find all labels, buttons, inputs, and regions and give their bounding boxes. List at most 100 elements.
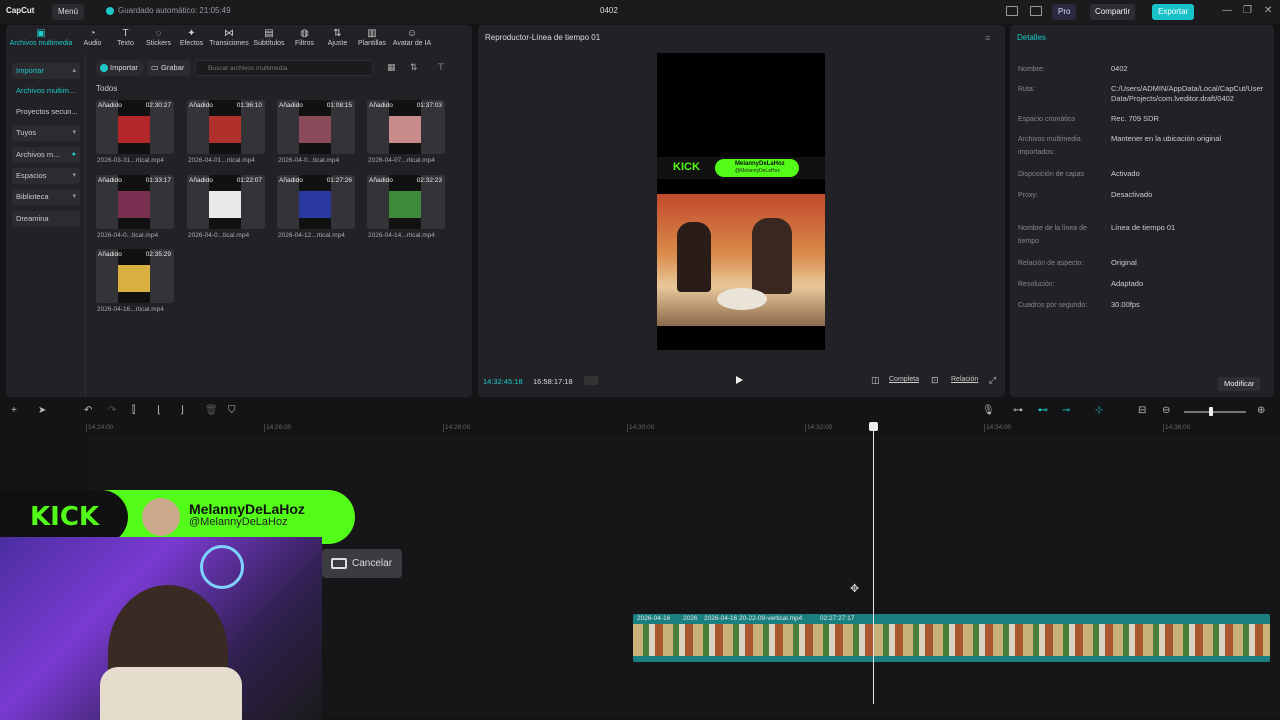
media-thumbnail[interactable]: Añadido 01:36:10: [187, 100, 265, 154]
tab-templates[interactable]: ▥ Plantillas: [354, 25, 390, 51]
details-title: Detalles: [1017, 33, 1046, 42]
media-thumbnail[interactable]: Añadido 01:22:07: [187, 175, 265, 229]
video-clip[interactable]: 2026-04-16 2026 2026-04-16 20-22-09-vert…: [633, 614, 1270, 662]
audio-icon: ◔: [89, 28, 96, 39]
menu-button[interactable]: Menú: [52, 4, 85, 20]
media-thumbnail[interactable]: Añadido 02:35:29: [96, 249, 174, 303]
tab-stickers[interactable]: ◌ Stickers: [142, 25, 175, 51]
mic-icon[interactable]: 🎙: [982, 405, 995, 416]
file-name: 2026-04-16...rtical.mp4: [97, 306, 164, 313]
layout-icon[interactable]: [1006, 6, 1018, 16]
import-button[interactable]: Importar: [96, 60, 144, 76]
kick-pill: MelannyDeLaHoz @MelannyDeLaHoz: [715, 159, 799, 177]
file-name: 2026-04-07...rtical.mp4: [368, 157, 435, 164]
added-badge: Añadido: [189, 102, 213, 109]
sidebar-item-import[interactable]: Importar ▴: [12, 63, 80, 79]
chevron-down-icon: ▾: [72, 129, 76, 136]
record-button[interactable]: ▭ Grabar: [147, 60, 191, 76]
sidebar-item-yours[interactable]: Tuyos ▾: [12, 125, 80, 141]
magnet-icon[interactable]: ⊷: [1038, 405, 1048, 416]
detail-value: 0402: [1111, 64, 1128, 73]
sort-icon[interactable]: ⇅: [410, 62, 418, 73]
media-thumbnail[interactable]: Añadido 02:32:23: [367, 175, 445, 229]
close-icon[interactable]: ✕: [1264, 5, 1272, 16]
streamer-handle: @MelannyDeLaHoz: [189, 516, 288, 528]
tab-audio[interactable]: ◔ Audio: [76, 25, 109, 51]
toolbar-tabs: ▣ Archivos multimedia ◔ Audio T Texto ◌ Stic…: [6, 25, 472, 51]
keyboard-icon[interactable]: [1030, 6, 1042, 16]
trim-left-icon[interactable]: ⌊: [157, 405, 161, 416]
timeline-toolbar: + ➤ ↶ ↷ ⫿ ⌊ ⌋ 🗑 ⛉ 🎙 ⊶ ⊷ ⊸ ⊹ ⊟ ⊖ ⊕: [0, 400, 1280, 422]
share-button[interactable]: Compartir: [1090, 4, 1136, 20]
pro-button[interactable]: Pro: [1052, 4, 1077, 20]
media-thumbnail[interactable]: Añadido 02:30:27: [96, 100, 174, 154]
undo-icon[interactable]: ↶: [84, 405, 92, 416]
link-icon[interactable]: ⊶: [1013, 405, 1023, 416]
search-input[interactable]: [195, 60, 373, 76]
zoom-in-icon[interactable]: ⊕: [1257, 405, 1265, 416]
sidebar-item-media[interactable]: Archivos multim...: [12, 83, 80, 99]
tab-subtitles[interactable]: ▤ Subtítulos: [250, 25, 288, 51]
split-icon[interactable]: ⫿: [132, 405, 135, 416]
template-icon: ▥: [367, 28, 377, 39]
filter-icon[interactable]: ⊤: [437, 62, 445, 73]
aspect-icon[interactable]: ◫: [871, 375, 880, 386]
project-title: 0402: [600, 6, 618, 15]
tab-media[interactable]: ▣ Archivos multimedia: [6, 25, 76, 51]
media-thumbnail[interactable]: Añadido 01:27:26: [277, 175, 355, 229]
ruler-tick: 14:32:00: [804, 424, 833, 432]
export-button[interactable]: Exportar: [1152, 4, 1195, 20]
add-track-icon[interactable]: +: [11, 405, 17, 416]
tab-effects[interactable]: ✦ Efectos: [175, 25, 208, 51]
timeline-ruler[interactable]: 14:24:00 14:26:00 14:28:00 14:30:00 14:3…: [85, 422, 1280, 436]
file-name: 2026-04-0...tical.mp4: [278, 157, 340, 164]
focus-icon[interactable]: ⊡: [931, 375, 939, 386]
grid-view-icon[interactable]: ▦: [387, 62, 396, 73]
ruler-tick: 14:30:00: [626, 424, 655, 432]
caption-icon[interactable]: ⊟: [1138, 405, 1146, 416]
waveform-icon[interactable]: [584, 376, 598, 385]
preview-axis-icon[interactable]: ⊹: [1095, 405, 1103, 416]
duration-label: 01:37:03: [416, 102, 442, 109]
sidebar-item-subprojects[interactable]: Proyectos secun...: [12, 104, 80, 120]
sidebar-item-library[interactable]: Biblioteca ▾: [12, 189, 80, 205]
zoom-slider[interactable]: [1184, 411, 1246, 413]
menu-icon[interactable]: ≡: [985, 33, 990, 43]
media-thumbnail[interactable]: Añadido 01:37:03: [367, 100, 445, 154]
media-thumbnail[interactable]: Añadido 01:08:15: [277, 100, 355, 154]
playhead[interactable]: [873, 424, 874, 704]
play-button[interactable]: [736, 376, 743, 384]
media-thumbnail[interactable]: Añadido 01:33:17: [96, 175, 174, 229]
tab-text[interactable]: T Texto: [109, 25, 142, 51]
full-quality-button[interactable]: Completa: [889, 376, 919, 383]
fullscreen-icon[interactable]: ⤢: [989, 375, 996, 386]
restore-icon[interactable]: ❐: [1243, 5, 1252, 16]
snap-icon[interactable]: ⊸: [1062, 405, 1070, 416]
zoom-handle[interactable]: [1209, 407, 1213, 416]
marker-icon[interactable]: ⛉: [228, 405, 236, 416]
video-preview[interactable]: KICK MelannyDeLaHoz @MelannyDeLaHoz: [657, 53, 825, 350]
tab-filters[interactable]: ◍ Filtros: [288, 25, 321, 51]
zoom-out-icon[interactable]: ⊖: [1162, 405, 1170, 416]
ruler-tick: 14:28:00: [442, 424, 471, 432]
ruler-tick: 14:34:00: [983, 424, 1012, 432]
added-badge: Añadido: [98, 251, 122, 258]
sidebar-item-files[interactable]: Archivos m... ●: [12, 147, 80, 163]
ratio-button[interactable]: Relación: [951, 376, 978, 383]
tab-adjust[interactable]: ⇅ Ajuste: [321, 25, 354, 51]
cancel-button[interactable]: Cancelar: [322, 549, 402, 578]
duration-label: 02:30:27: [145, 102, 171, 109]
tab-transitions[interactable]: ⋈ Transiciones: [208, 25, 250, 51]
trim-right-icon[interactable]: ⌋: [180, 405, 184, 416]
delete-icon[interactable]: 🗑: [205, 405, 218, 416]
sticker-icon: ◌: [155, 28, 162, 39]
sidebar-item-spaces[interactable]: Espacios ▾: [12, 168, 80, 184]
minimize-icon[interactable]: —: [1222, 5, 1232, 16]
sidebar-item-dreamina[interactable]: Dreamina: [12, 211, 80, 227]
duration-label: 01:33:17: [145, 177, 171, 184]
cursor-icon[interactable]: ➤: [38, 405, 46, 416]
modify-button[interactable]: Modificar: [1218, 377, 1261, 391]
detail-value: 30.00fps: [1111, 300, 1140, 309]
redo-icon[interactable]: ↷: [108, 405, 116, 416]
tab-ai-avatar[interactable]: ☺ Avatar de IA: [390, 25, 434, 51]
